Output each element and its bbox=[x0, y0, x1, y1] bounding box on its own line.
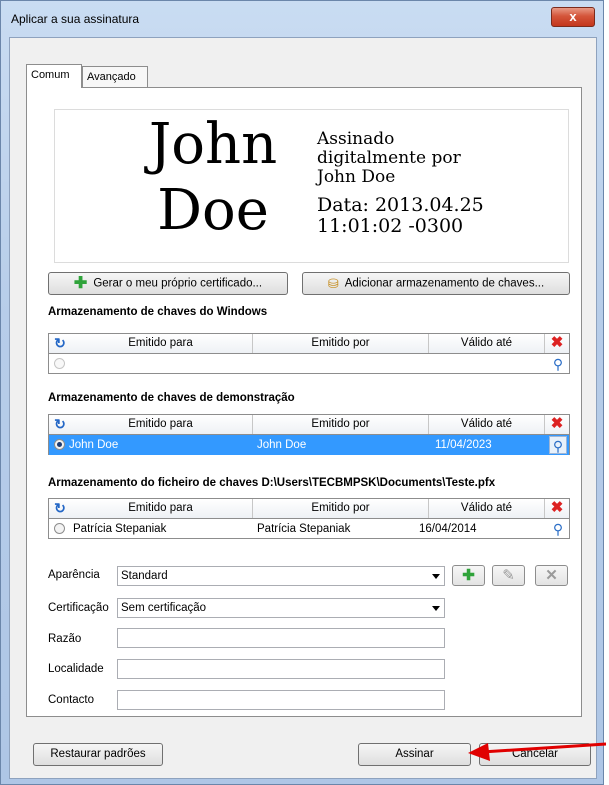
cell-issued-to: John Doe bbox=[69, 439, 119, 451]
close-icon: x bbox=[569, 9, 577, 24]
certification-select[interactable]: Sem certificação bbox=[117, 598, 445, 618]
table-row[interactable]: Patrícia Stepaniak Patrícia Stepaniak 16… bbox=[49, 519, 569, 539]
signature-text-line2: digitalmente por bbox=[317, 148, 461, 168]
plus-icon: ✚ bbox=[462, 567, 475, 584]
signature-text-line3: John Doe bbox=[317, 167, 396, 187]
certification-value: Sem certificação bbox=[121, 602, 207, 614]
refresh-icon[interactable]: ↻ bbox=[52, 500, 68, 516]
add-keystore-label: Adicionar armazenamento de chaves... bbox=[344, 277, 545, 290]
signature-date: Data: 2013.04.25 11:01:02 -0300 bbox=[317, 195, 484, 237]
generate-certificate-button[interactable]: ✚ Gerar o meu próprio certificado... bbox=[48, 272, 288, 295]
col-issued-to[interactable]: Emitido para bbox=[69, 499, 253, 518]
signature-name: John Doe bbox=[128, 112, 298, 244]
generate-certificate-label: Gerar o meu próprio certificado... bbox=[93, 277, 263, 290]
chevron-down-icon bbox=[432, 606, 440, 611]
table-row: ⚲ bbox=[49, 354, 569, 374]
col-valid-until[interactable]: Válido até bbox=[429, 334, 545, 353]
close-button[interactable]: x bbox=[551, 7, 595, 27]
database-key-icon: ⛁ bbox=[327, 276, 339, 291]
cell-valid-until: 11/04/2023 bbox=[435, 439, 492, 451]
grid-header: ↻ Emitido para Emitido por Válido até ✖ bbox=[49, 499, 569, 519]
delete-icon[interactable]: ✖ bbox=[549, 335, 565, 351]
location-field[interactable] bbox=[117, 659, 445, 679]
contact-label: Contacto bbox=[48, 694, 95, 706]
reason-label: Razão bbox=[48, 633, 82, 645]
file-store-title: Armazenamento do ficheiro de chaves D:\U… bbox=[48, 477, 496, 489]
delete-icon[interactable]: ✖ bbox=[549, 416, 565, 432]
delete-icon: ✕ bbox=[545, 567, 558, 584]
reason-field[interactable] bbox=[117, 628, 445, 648]
row-radio[interactable] bbox=[54, 523, 65, 534]
sign-button[interactable]: Assinar bbox=[358, 743, 471, 766]
signature-date-line2: 11:01:02 -0300 bbox=[317, 215, 464, 237]
annotation-arrow-icon bbox=[468, 742, 606, 761]
restore-defaults-label: Restaurar padrões bbox=[50, 748, 146, 760]
cell-valid-until: 16/04/2014 bbox=[419, 523, 477, 535]
appearance-select[interactable]: Standard bbox=[117, 566, 445, 586]
windows-store-grid: ↻ Emitido para Emitido por Válido até ✖ … bbox=[48, 333, 570, 374]
magnifier-icon[interactable]: ⚲ bbox=[549, 355, 567, 373]
tab-avancado-label: Avançado bbox=[87, 71, 136, 83]
file-store-grid: ↻ Emitido para Emitido por Válido até ✖ … bbox=[48, 498, 570, 539]
col-issued-by[interactable]: Emitido por bbox=[253, 334, 429, 353]
chevron-down-icon bbox=[432, 574, 440, 579]
col-issued-to[interactable]: Emitido para bbox=[69, 334, 253, 353]
appearance-value: Standard bbox=[121, 570, 168, 582]
tab-comum-label: Comum bbox=[31, 69, 70, 81]
add-keystore-button[interactable]: ⛁ Adicionar armazenamento de chaves... bbox=[302, 272, 570, 295]
tab-comum[interactable]: Comum bbox=[26, 64, 82, 88]
appearance-label: Aparência bbox=[48, 569, 100, 581]
signature-date-line1: Data: 2013.04.25 bbox=[317, 194, 484, 216]
certification-label: Certificação bbox=[48, 602, 109, 614]
window-title: Aplicar a sua assinatura bbox=[11, 12, 140, 26]
cell-issued-by: Patrícia Stepaniak bbox=[257, 523, 351, 535]
col-issued-by[interactable]: Emitido por bbox=[253, 499, 429, 518]
restore-defaults-button[interactable]: Restaurar padrões bbox=[33, 743, 163, 766]
plus-icon: ✚ bbox=[73, 275, 88, 292]
magnifier-icon[interactable]: ⚲ bbox=[549, 436, 567, 454]
signature-details: Assinado digitalmente por John Doe bbox=[317, 130, 461, 187]
demo-store-grid: ↻ Emitido para Emitido por Válido até ✖ … bbox=[48, 414, 570, 455]
add-appearance-button[interactable]: ✚ bbox=[452, 565, 485, 586]
cell-issued-by: John Doe bbox=[257, 439, 307, 451]
edit-appearance-button[interactable]: ✎ bbox=[492, 565, 525, 586]
demo-store-title: Armazenamento de chaves de demonstração bbox=[48, 392, 295, 404]
col-issued-by[interactable]: Emitido por bbox=[253, 415, 429, 434]
contact-field[interactable] bbox=[117, 690, 445, 710]
col-valid-until[interactable]: Válido até bbox=[429, 499, 545, 518]
row-radio bbox=[54, 358, 65, 369]
delete-appearance-button[interactable]: ✕ bbox=[535, 565, 568, 586]
signature-text-line1: Assinado bbox=[317, 129, 395, 149]
title-bar[interactable]: Aplicar a sua assinatura x bbox=[1, 1, 603, 37]
col-issued-to[interactable]: Emitido para bbox=[69, 415, 253, 434]
cell-issued-to: Patrícia Stepaniak bbox=[73, 523, 167, 535]
refresh-icon[interactable]: ↻ bbox=[52, 416, 68, 432]
sign-label: Assinar bbox=[395, 748, 434, 760]
delete-icon[interactable]: ✖ bbox=[549, 500, 565, 516]
grid-header: ↻ Emitido para Emitido por Válido até ✖ bbox=[49, 334, 569, 354]
location-label: Localidade bbox=[48, 663, 104, 675]
magnifier-icon[interactable]: ⚲ bbox=[549, 520, 567, 538]
table-row[interactable]: John Doe John Doe 11/04/2023 ⚲ bbox=[49, 435, 569, 455]
signature-name-line1: John bbox=[148, 112, 278, 177]
col-valid-until[interactable]: Válido até bbox=[429, 415, 545, 434]
refresh-icon[interactable]: ↻ bbox=[52, 335, 68, 351]
pencil-icon: ✎ bbox=[502, 567, 515, 584]
row-radio[interactable] bbox=[54, 439, 65, 450]
tab-avancado[interactable]: Avançado bbox=[82, 66, 148, 88]
signature-name-line2: Doe bbox=[157, 178, 269, 243]
windows-store-title: Armazenamento de chaves do Windows bbox=[48, 306, 268, 318]
grid-header: ↻ Emitido para Emitido por Válido até ✖ bbox=[49, 415, 569, 435]
